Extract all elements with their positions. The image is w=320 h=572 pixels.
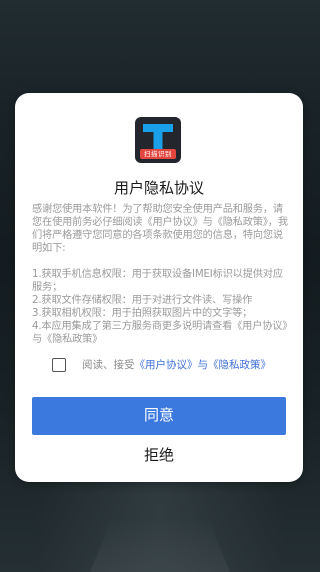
privacy-dialog: 扫描识别 用户隐私协议 感谢您使用本软件！为了帮助您安全使用产品和服务，请您在使… <box>15 93 303 482</box>
dialog-body: 感谢您使用本软件！为了帮助您安全使用产品和服务，请您在使用前务必仔细阅读《用户协… <box>32 203 290 346</box>
list-item: 4.本应用集成了第三方服务商更多说明请查看《用户协议》与《隐私政策》 <box>32 321 288 345</box>
permission-list: 1.获取手机信息权限：用于获取设备IMEI标识以提供对应服务； 2.获取文件存储… <box>32 268 290 346</box>
privacy-policy-link[interactable]: 《隐私政策》 <box>208 357 271 372</box>
consent-checkbox[interactable] <box>52 357 66 372</box>
and-text: 与 <box>197 359 209 371</box>
consent-prefix: 阅读、接受 <box>82 359 135 371</box>
logo-tag: 扫描识别 <box>140 149 176 159</box>
consent-row: 阅读、接受 《用户协议》 与 《隐私政策》 <box>52 357 271 372</box>
app-logo: 扫描识别 <box>135 117 181 163</box>
list-item: 1.获取手机信息权限：用于获取设备IMEI标识以提供对应服务； <box>32 269 283 293</box>
refuse-button[interactable]: 拒绝 <box>15 443 303 469</box>
user-agreement-link[interactable]: 《用户协议》 <box>135 357 198 372</box>
list-item: 2.获取文件存储权限：用于对进行文件读、写操作 <box>32 295 253 306</box>
agree-button[interactable]: 同意 <box>32 397 286 435</box>
list-item: 3.获取相机权限：用于拍照获取图片中的文字等； <box>32 308 253 319</box>
dialog-title: 用户隐私协议 <box>113 179 204 197</box>
intro-text: 感谢您使用本软件！为了帮助您安全使用产品和服务，请您在使用前务必仔细阅读《用户协… <box>32 204 288 254</box>
